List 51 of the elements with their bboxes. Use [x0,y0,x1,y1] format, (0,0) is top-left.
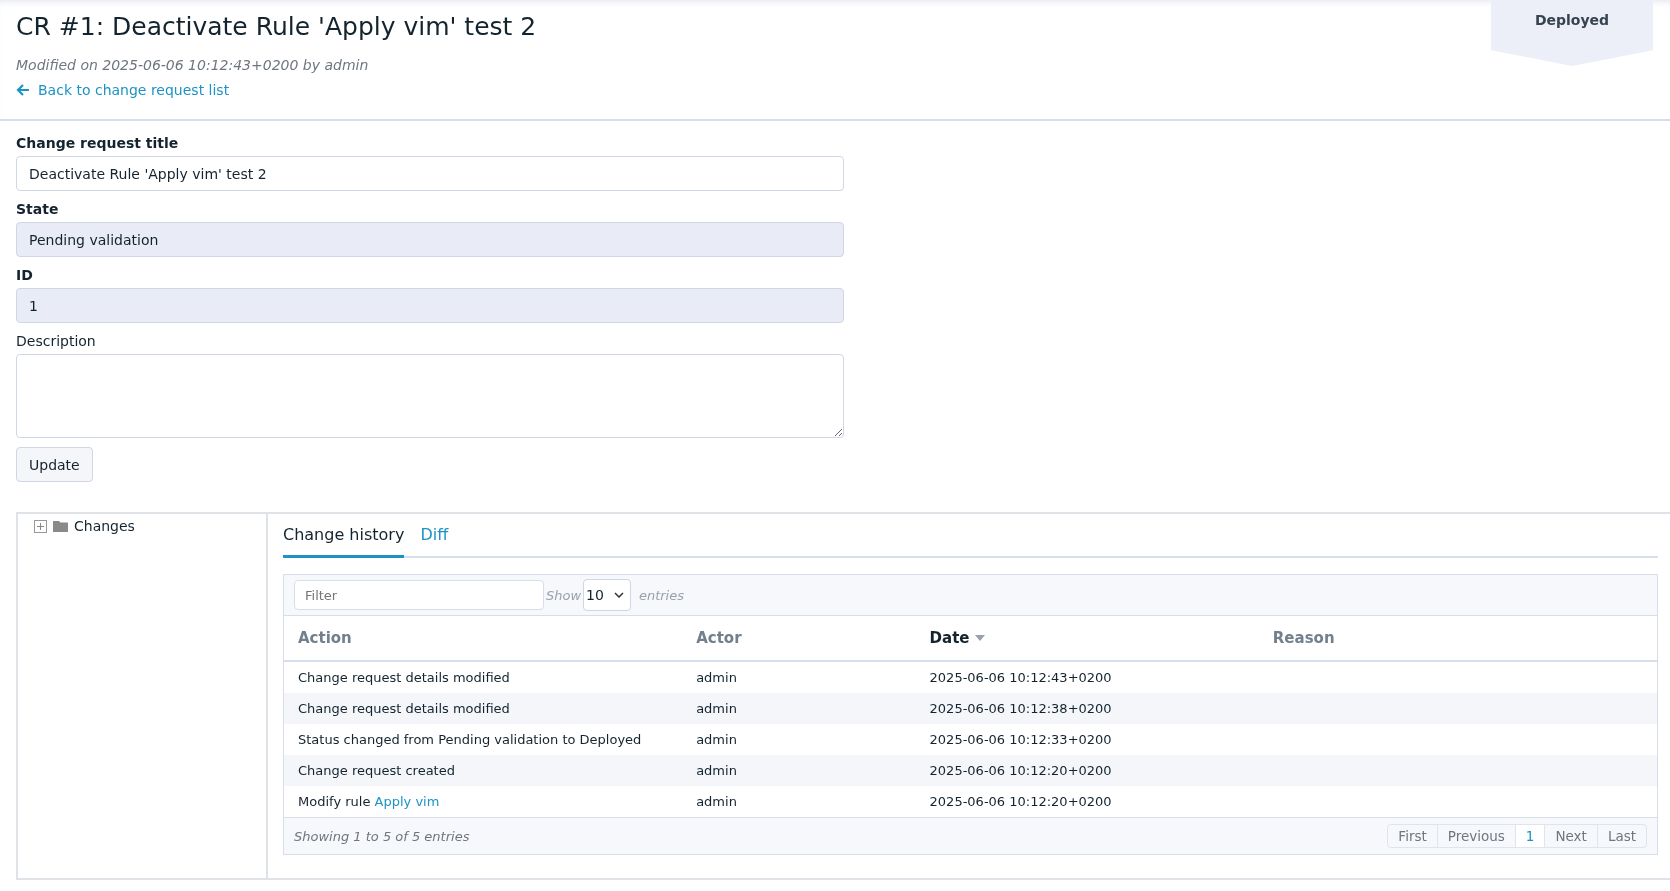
chevron-down-icon [613,592,624,598]
table-cell: admin [696,732,737,747]
table-cell: 2025-06-06 10:12:38+0200 [929,701,1112,716]
table-info: Showing 1 to 5 of 5 entries [294,828,470,844]
field-label: ID [16,267,33,283]
table-cell: admin [696,670,737,685]
update-button[interactable]: Update [16,447,93,482]
description-field[interactable] [16,354,844,438]
text-field[interactable]: Pending validation [16,222,844,257]
table-cell: Change request details modified [298,701,510,716]
entries-label: entries [638,587,684,603]
table-cell: Change request details modified [298,670,510,685]
table-cell: 2025-06-06 10:12:20+0200 [929,763,1112,778]
table-cell: admin [696,701,737,716]
sort-desc-icon [975,635,986,641]
text-field[interactable]: 1 [16,288,844,323]
table-cell: Modify rule Apply vim [298,794,440,809]
table-cell: admin [696,763,737,778]
rule-link[interactable]: Apply vim [374,794,440,809]
status-badge: Deployed [1491,0,1653,66]
field-label: Description [16,333,96,349]
column-header[interactable]: Date [929,629,986,647]
column-header[interactable]: Action [298,629,352,647]
table-cell: 2025-06-06 10:12:43+0200 [929,670,1112,685]
show-label: Show [546,587,582,603]
table-cell: 2025-06-06 10:12:20+0200 [929,794,1112,809]
table-cell: admin [696,794,737,809]
text-field[interactable]: Deactivate Rule 'Apply vim' test 2 [16,156,844,191]
field-label: State [16,201,59,217]
arrow-left-icon [16,84,30,96]
page-button[interactable]: First [1388,825,1438,847]
filter-field[interactable]: Filter [294,580,544,610]
column-header[interactable]: Reason [1272,629,1335,647]
page-button[interactable]: Next [1545,825,1598,847]
column-header[interactable]: Actor [696,629,742,647]
back-link[interactable]: Back to change request list [16,82,230,98]
tab[interactable]: Diff [420,514,449,558]
modified-info: Modified on 2025-06-06 10:12:43+0200 by admin [16,57,370,73]
table-cell: Change request created [298,763,455,778]
field-label: Change request title [16,135,179,151]
page-button[interactable]: Previous [1437,825,1516,847]
table-cell: 2025-06-06 10:12:33+0200 [929,732,1112,747]
expand-icon[interactable] [34,519,47,533]
table-cell: Status changed from Pending validation to Deployed [298,732,642,747]
page-size-select[interactable]: 10 [583,579,631,611]
tree-item[interactable]: Changes [74,518,135,534]
page-title: CR #1: Deactivate Rule 'Apply vim' test 2 [16,12,537,41]
page-button[interactable]: 1 [1515,825,1546,847]
page-button[interactable]: Last [1597,825,1646,847]
tab[interactable]: Change history [283,514,405,558]
folder-icon [53,520,68,532]
